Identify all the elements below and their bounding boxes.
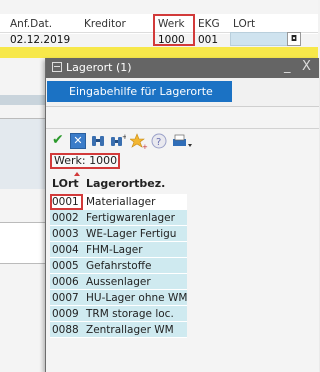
background-panel [0, 95, 46, 105]
print-icon[interactable] [171, 133, 192, 149]
toolbar-divider [46, 128, 319, 129]
favorites-star-icon[interactable]: + [129, 133, 148, 151]
table-row[interactable]: 0001 Materiallager [50, 194, 187, 210]
cell-lagerortbez: Aussenlager [86, 276, 151, 288]
cell-ekg[interactable]: 001 [198, 34, 218, 46]
window-icon [52, 62, 62, 72]
cell-lagerortbez: Fertigwarenlager [86, 212, 175, 224]
svg-text:?: ? [156, 137, 161, 148]
cell-lagerortbez: TRM storage loc. [86, 308, 174, 320]
cell-lort: 0009 [52, 308, 79, 320]
dialog-titlebar[interactable]: Lagerort (1) _ X [46, 58, 319, 78]
cell-lort: 0003 [52, 228, 79, 240]
cell-lagerortbez: Zentrallager WM [86, 324, 174, 336]
cell-lort: 0006 [52, 276, 79, 288]
value-help-icon[interactable]: ◘ [287, 32, 301, 46]
table-row[interactable]: 0007 HU-Lager ohne WM [50, 290, 187, 306]
find-next-icon[interactable]: + [110, 133, 128, 149]
werk-highlight-box [153, 14, 195, 46]
help-icon[interactable]: ? [151, 133, 167, 149]
cell-lort: 0088 [52, 324, 79, 336]
selected-row-highlight [50, 194, 83, 210]
background-panel [0, 118, 46, 189]
werk-filter-label: Werk: 1000 [50, 153, 120, 169]
header-kreditor: Kreditor [84, 18, 126, 30]
table-row[interactable]: 0003 WE-Lager Fertigu [50, 226, 187, 242]
table-row[interactable]: 0004 FHM-Lager [50, 242, 187, 258]
cell-lagerortbez: HU-Lager ohne WM [86, 292, 188, 304]
header-lort: LOrt [233, 18, 256, 30]
find-binoculars-icon[interactable] [90, 133, 106, 149]
svg-text:+: + [122, 133, 126, 141]
svg-text:+: + [142, 143, 148, 149]
sort-indicator-icon [74, 172, 80, 176]
header-ekg: EKG [198, 18, 220, 30]
cancel-x-icon[interactable]: ✕ [70, 133, 86, 149]
selection-bar [0, 47, 318, 58]
cell-lagerortbez: Materiallager [86, 196, 156, 208]
cell-lagerortbez: FHM-Lager [86, 244, 143, 256]
minimize-button[interactable]: _ [284, 59, 291, 74]
header-anf-dat: Anf.Dat. [10, 18, 53, 30]
tab-eingabehilfe[interactable]: Eingabehilfe für Lagerorte [47, 81, 232, 102]
cell-anf-dat[interactable]: 02.12.2019 [10, 34, 70, 46]
cell-lort: 0007 [52, 292, 79, 304]
cell-lort: 0002 [52, 212, 79, 224]
close-button[interactable]: X [302, 59, 311, 74]
cell-lagerortbez: WE-Lager Fertigu [86, 228, 177, 240]
lort-input[interactable] [230, 32, 290, 46]
cell-lort: 0004 [52, 244, 79, 256]
table-rows: 0001 Materiallager 0002 Fertigwarenlager… [50, 194, 187, 338]
table-row[interactable]: 0002 Fertigwarenlager [50, 210, 187, 226]
lagerort-dialog: Lagerort (1) _ X Eingabehilfe für Lagero… [45, 58, 319, 372]
continue-check-icon[interactable] [50, 132, 66, 149]
cell-lagerortbez: Gefahrstoffe [86, 260, 152, 272]
column-header-lagerortbez[interactable]: Lagerortbez. [86, 176, 165, 192]
table-row[interactable]: 0009 TRM storage loc. [50, 306, 187, 322]
background-panel [0, 222, 46, 264]
table-row[interactable]: 0088 Zentrallager WM [50, 322, 187, 338]
table-row[interactable]: 0005 Gefahrstoffe [50, 258, 187, 274]
column-header-lort[interactable]: LOrt [52, 176, 79, 192]
cell-lort: 0005 [52, 260, 79, 272]
dialog-title: Lagerort (1) [66, 61, 132, 74]
table-row[interactable]: 0006 Aussenlager [50, 274, 187, 290]
